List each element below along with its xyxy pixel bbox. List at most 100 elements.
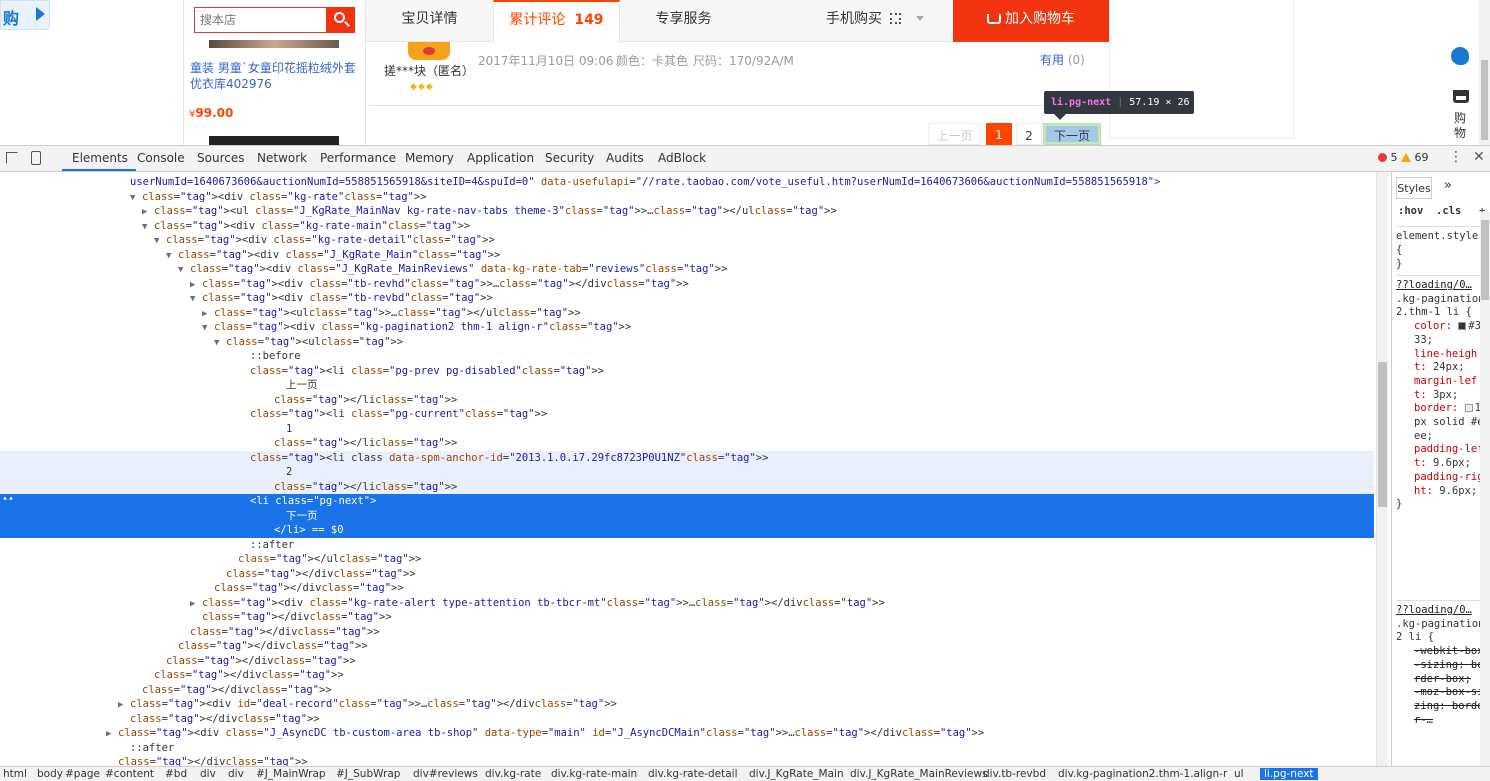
dom-node-line[interactable]: class="tag"></divclass="tag">>	[0, 567, 1374, 582]
tab-network[interactable]: Network	[257, 151, 307, 165]
selected-node-ellipsis-icon[interactable]: ••	[2, 494, 14, 505]
pager-prev[interactable]: 上一页	[928, 123, 981, 145]
dom-node-line[interactable]: ::after	[0, 538, 1374, 553]
breadcrumb-item[interactable]: div	[228, 768, 244, 780]
tab-application[interactable]: Application	[467, 151, 534, 165]
close-devtools-icon[interactable]: ✕	[1473, 149, 1485, 165]
tab-performance[interactable]: Performance	[320, 151, 396, 165]
breadcrumb-item[interactable]: div.kg-rate	[485, 768, 541, 780]
breadcrumb-item[interactable]: div.tb-revbd	[983, 768, 1046, 780]
mobile-logo[interactable]: 购	[0, 0, 50, 30]
tab-mobile-buy[interactable]: 手机购买	[826, 0, 946, 42]
dom-node-line[interactable]: </li> == $0	[0, 523, 1374, 538]
bird-icon[interactable]	[1451, 47, 1469, 65]
page-scrollbar-thumb[interactable]	[1481, 60, 1488, 140]
dom-node-line[interactable]: userNumId=1640673606&auctionNumId=558851…	[0, 175, 1374, 190]
dom-scrollbar[interactable]	[1376, 172, 1388, 766]
dom-node-line[interactable]: class="tag"></ulclass="tag">>	[0, 552, 1374, 567]
pager-page-2[interactable]: 2	[1016, 123, 1042, 145]
dom-node-line[interactable]: class="tag"></liclass="tag">>	[0, 479, 1374, 494]
overridden-style-property[interactable]: -webkit-box-sizing: border-box;	[1414, 645, 1486, 686]
dom-node-line[interactable]: ▶ class="tag"><div id="deal-record"class=…	[0, 697, 1374, 712]
dom-node-line[interactable]: ▼ class="tag"><div class="kg-rate-main"cl…	[0, 219, 1374, 234]
tab-memory[interactable]: Memory	[405, 151, 454, 165]
tab-reviews[interactable]: 累计评论 149	[493, 0, 620, 43]
useful-vote[interactable]: 有用 (0)	[1040, 51, 1085, 68]
product-thumbnail-top[interactable]	[209, 40, 339, 48]
shop-search-input[interactable]	[194, 7, 327, 33]
rule-source-link[interactable]: ??loading/0…	[1396, 279, 1486, 293]
style-property[interactable]: padding-right: 9.6px;	[1396, 471, 1486, 498]
cart-side-icon[interactable]	[1453, 90, 1469, 103]
style-property[interactable]: color: #333;	[1396, 320, 1486, 347]
dom-node-line[interactable]: class="tag"></liclass="tag">>	[0, 436, 1374, 451]
dom-node-line[interactable]: ▼ class="tag"><div class="J_KgRate_Main"c…	[0, 248, 1374, 263]
tab-console[interactable]: Console	[137, 151, 185, 165]
pager-current[interactable]: 1	[986, 123, 1012, 145]
dom-node-line[interactable]: 下一页	[0, 508, 1374, 523]
dom-node-line[interactable]: class="tag"></divclass="tag">>	[0, 581, 1374, 596]
dom-node-line[interactable]: class="tag"></divclass="tag">>	[0, 610, 1374, 625]
hov-toggle[interactable]: :hov	[1398, 205, 1423, 217]
product-title-link[interactable]: 童装 男童`女童印花摇粒绒外套 优衣库402976	[190, 60, 360, 92]
dom-node-line[interactable]: class="tag"></divclass="tag">>	[0, 712, 1374, 727]
style-property[interactable]: border: 1px solid #eee;	[1396, 402, 1486, 443]
dom-node-line[interactable]: ::after	[0, 741, 1374, 756]
style-property[interactable]: margin-left: 3px;	[1396, 375, 1486, 402]
tab-security[interactable]: Security	[545, 151, 594, 165]
breadcrumb-item[interactable]: ul	[1234, 768, 1244, 780]
dom-node-line[interactable]: ▼ class="tag"><div class="kg-rate"class="…	[0, 190, 1374, 205]
dom-node-line[interactable]: ▶ class="tag"><div class="kg-rate-alert t…	[0, 596, 1374, 611]
styles-tab[interactable]: Styles	[1396, 177, 1432, 199]
dom-node-line[interactable]: ▼ class="tag"><div class="kg-pagination2 …	[0, 320, 1374, 335]
more-tabs-icon[interactable]: »	[1444, 178, 1452, 193]
dom-node-line[interactable]: class="tag"></divclass="tag">>	[0, 683, 1374, 698]
overridden-style-property[interactable]: -moz-box-sizing: border-…	[1414, 686, 1486, 727]
breadcrumb-item[interactable]: div.kg-rate-main	[551, 768, 637, 780]
tab-sources[interactable]: Sources	[197, 151, 244, 165]
search-button[interactable]	[326, 7, 355, 33]
tab-services[interactable]: 专享服务	[620, 0, 747, 42]
cls-toggle[interactable]: .cls	[1436, 205, 1461, 217]
more-options-icon[interactable]: ⋮	[1449, 150, 1463, 164]
breadcrumb-item[interactable]: div.kg-pagination2.thm-1.align-r	[1058, 768, 1227, 780]
add-to-cart-button[interactable]: 加入购物车	[953, 0, 1109, 42]
dom-node-line[interactable]: class="tag"></divclass="tag">>	[0, 625, 1374, 640]
breadcrumb-item[interactable]: div#reviews	[413, 768, 478, 780]
breadcrumb-item[interactable]: div.kg-rate-detail	[648, 768, 737, 780]
tab-audits[interactable]: Audits	[606, 151, 644, 165]
dom-scrollbar-thumb[interactable]	[1378, 362, 1387, 507]
breadcrumb-item[interactable]: div.J_KgRate_MainReviews	[850, 768, 988, 780]
breadcrumb-item[interactable]: #J_SubWrap	[336, 768, 400, 780]
inspect-element-icon[interactable]	[6, 152, 18, 164]
styles-scrollbar[interactable]	[1480, 212, 1490, 766]
tab-item-details[interactable]: 宝贝详情	[366, 0, 493, 42]
dom-node-line[interactable]: ▶ class="tag"><div class="tb-revhd"class=…	[0, 277, 1374, 292]
dom-node-line[interactable]: ▶ class="tag"><ul class="J_KgRate_MainNav…	[0, 204, 1374, 219]
breadcrumb-item[interactable]: #page	[65, 768, 100, 780]
dom-node-line[interactable]: class="tag"></liclass="tag">>	[0, 393, 1374, 408]
dom-node-line[interactable]: ::before	[0, 349, 1374, 364]
dom-node-line[interactable]: 上一页	[0, 378, 1374, 393]
dom-node-line[interactable]: class="tag"><li class data-spm-anchor-id…	[0, 450, 1374, 465]
dom-node-line[interactable]: <li class="pg-next">	[0, 494, 1374, 509]
breadcrumb-item[interactable]: div.J_KgRate_Main	[749, 768, 844, 780]
rule-source-link[interactable]: ??loading/0…	[1396, 604, 1486, 618]
dom-node-line[interactable]: class="tag"></divclass="tag">>	[0, 654, 1374, 669]
breadcrumb-item[interactable]: #J_MainWrap	[256, 768, 326, 780]
dom-node-line[interactable]: ▼ class="tag"><div class="tb-revbd"class=…	[0, 291, 1374, 306]
breadcrumb-item[interactable]: html	[3, 768, 27, 780]
product-thumbnail-bottom[interactable]	[209, 136, 339, 145]
dom-node-line[interactable]: class="tag"><li class="pg-current"class=…	[0, 407, 1374, 422]
breadcrumb-item[interactable]: div	[200, 768, 216, 780]
breadcrumb-item[interactable]: #bd	[165, 768, 187, 780]
tab-adblock[interactable]: AdBlock	[658, 151, 706, 165]
breadcrumb-item[interactable]: body	[37, 768, 63, 780]
dom-node-line[interactable]: class="tag"></divclass="tag">>	[0, 755, 1374, 766]
dom-node-line[interactable]: class="tag"><li class="pg-prev pg-disabl…	[0, 364, 1374, 379]
style-property[interactable]: padding-left: 9.6px;	[1396, 443, 1486, 470]
side-cart-label[interactable]: 购物	[1454, 111, 1467, 141]
dom-node-line[interactable]: ▶ class="tag"><div class="J_AsyncDC tb-cu…	[0, 726, 1374, 741]
device-toolbar-icon[interactable]	[31, 151, 41, 165]
dom-node-line[interactable]: ▶ class="tag"><ulclass="tag">>…class="tag…	[0, 306, 1374, 321]
